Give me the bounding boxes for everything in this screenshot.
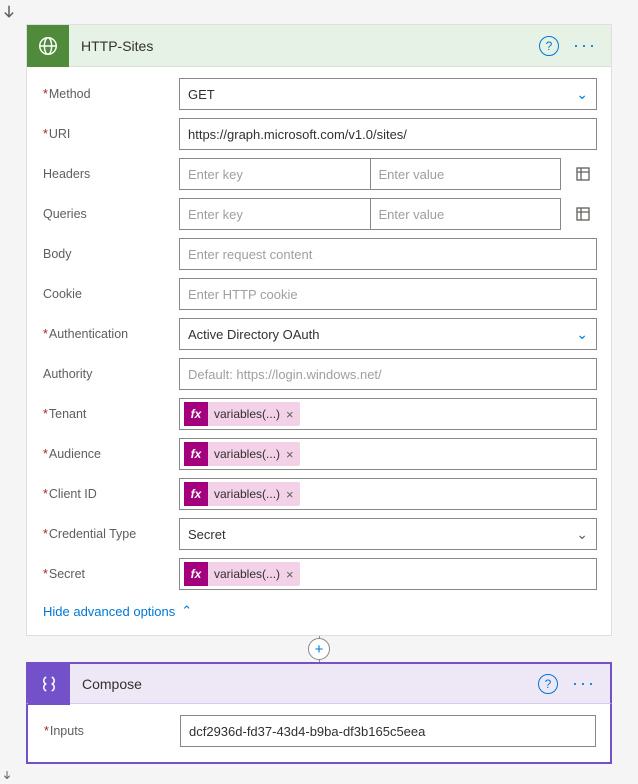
expression-token[interactable]: fxvariables(...)× [184, 562, 300, 586]
remove-token-icon[interactable]: × [286, 567, 294, 582]
queries-key-input[interactable]: Enter key [179, 198, 370, 230]
auth-label: *Authentication [41, 327, 179, 341]
add-step-button[interactable]: + [308, 638, 330, 660]
expression-token[interactable]: fxvariables(...)× [184, 482, 300, 506]
queries-mode-icon[interactable] [569, 200, 597, 228]
more-menu-icon[interactable]: ··· [569, 35, 601, 56]
queries-label: Queries [41, 207, 179, 221]
compose-header[interactable]: Compose ? ··· [26, 662, 612, 704]
expression-token[interactable]: fxvariables(...)× [184, 402, 300, 426]
expression-token[interactable]: fxvariables(...)× [184, 442, 300, 466]
secret-label: *Secret [41, 567, 179, 581]
headers-label: Headers [41, 167, 179, 181]
http-sites-card: HTTP-Sites ? ··· *Method GET⌄ *URI https… [26, 24, 612, 636]
body-label: Body [41, 247, 179, 261]
auth-select[interactable]: Active Directory OAuth⌄ [179, 318, 597, 350]
uri-input[interactable]: https://graph.microsoft.com/v1.0/sites/ [179, 118, 597, 150]
headers-mode-icon[interactable] [569, 160, 597, 188]
inputs-label: *Inputs [42, 724, 180, 738]
credtype-label: *Credential Type [41, 527, 179, 541]
flow-arrow-icon [0, 764, 638, 784]
help-icon[interactable]: ? [539, 36, 559, 56]
audience-label: *Audience [41, 447, 179, 461]
http-sites-header[interactable]: HTTP-Sites ? ··· [27, 25, 611, 67]
secret-input[interactable]: fxvariables(...)× [179, 558, 597, 590]
authority-input[interactable]: Default: https://login.windows.net/ [179, 358, 597, 390]
method-select[interactable]: GET⌄ [179, 78, 597, 110]
credtype-select[interactable]: Secret⌄ [179, 518, 597, 550]
help-icon[interactable]: ? [538, 674, 558, 694]
cookie-label: Cookie [41, 287, 179, 301]
chevron-up-icon: ⌃ [181, 603, 192, 619]
chevron-down-icon: ⌄ [576, 526, 588, 543]
clientid-input[interactable]: fxvariables(...)× [179, 478, 597, 510]
remove-token-icon[interactable]: × [286, 407, 294, 422]
headers-key-input[interactable]: Enter key [179, 158, 370, 190]
flow-arrow-icon [0, 0, 638, 24]
fx-icon: fx [184, 482, 208, 506]
hide-advanced-link[interactable]: Hide advanced options ⌃ [41, 597, 597, 621]
method-label: *Method [41, 87, 179, 101]
more-menu-icon[interactable]: ··· [568, 673, 600, 694]
cookie-input[interactable]: Enter HTTP cookie [179, 278, 597, 310]
card-title: Compose [70, 676, 538, 692]
chevron-down-icon: ⌄ [576, 86, 588, 103]
compose-icon [28, 663, 70, 705]
tenant-label: *Tenant [41, 407, 179, 421]
card-title: HTTP-Sites [69, 38, 539, 54]
compose-card: Compose ? ··· *Inputs dcf2936d-fd37-43d4… [26, 662, 612, 764]
remove-token-icon[interactable]: × [286, 447, 294, 462]
fx-icon: fx [184, 402, 208, 426]
clientid-label: *Client ID [41, 487, 179, 501]
globe-icon [27, 25, 69, 67]
inputs-input[interactable]: dcf2936d-fd37-43d4-b9ba-df3b165c5eea [180, 715, 596, 747]
fx-icon: fx [184, 562, 208, 586]
authority-label: Authority [41, 367, 179, 381]
chevron-down-icon: ⌄ [576, 326, 588, 343]
headers-value-input[interactable]: Enter value [370, 158, 562, 190]
flow-connector: + [26, 636, 612, 662]
fx-icon: fx [184, 442, 208, 466]
audience-input[interactable]: fxvariables(...)× [179, 438, 597, 470]
uri-label: *URI [41, 127, 179, 141]
queries-value-input[interactable]: Enter value [370, 198, 562, 230]
remove-token-icon[interactable]: × [286, 487, 294, 502]
tenant-input[interactable]: fxvariables(...)× [179, 398, 597, 430]
body-input[interactable]: Enter request content [179, 238, 597, 270]
